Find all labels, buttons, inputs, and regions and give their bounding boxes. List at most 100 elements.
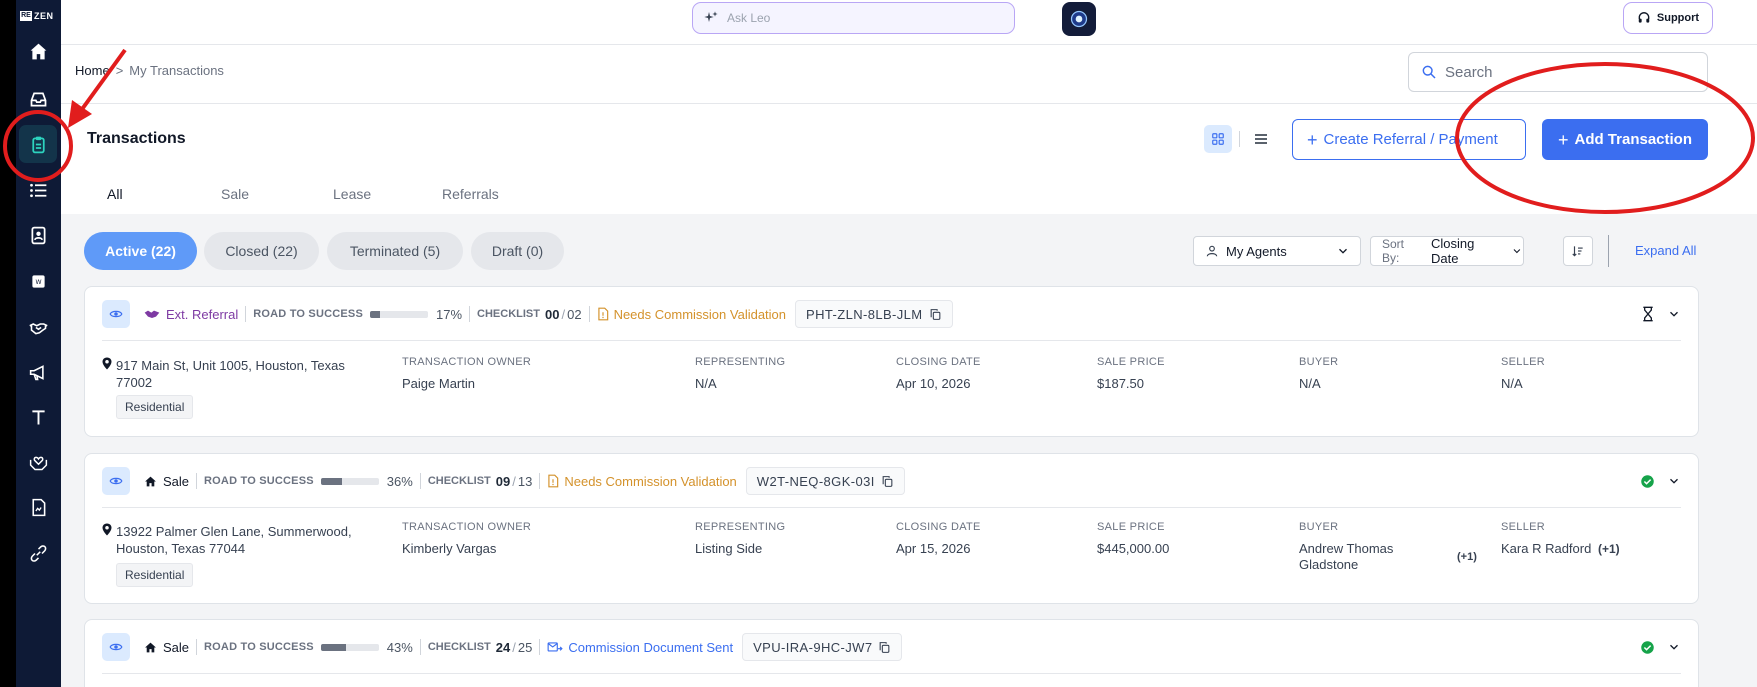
checklist-total: 02: [567, 306, 582, 322]
text-icon: [32, 410, 45, 425]
card-header-actions: [1640, 633, 1681, 661]
tab-referrals[interactable]: Referrals: [442, 186, 499, 202]
card-header-actions: [1641, 300, 1681, 328]
page: RE ZEN W Ask Leo Support Home > My Trans…: [0, 0, 1757, 687]
property-type-tag: Residential: [116, 395, 194, 419]
sidebar-item-list[interactable]: [25, 177, 52, 204]
road-to-success-bar: [320, 477, 379, 485]
breadcrumb-separator: >: [115, 63, 124, 78]
seller-field: SELLER N/A: [1501, 356, 1545, 392]
summary-divider: [419, 473, 421, 489]
ask-leo-input[interactable]: Ask Leo: [692, 2, 1015, 34]
plus-icon: +: [1557, 129, 1569, 150]
status-pill-closed[interactable]: Closed (22): [204, 232, 319, 270]
app-logo[interactable]: RE ZEN: [20, 8, 58, 23]
eye-icon: [109, 310, 123, 318]
property-address: 13922 Palmer Glen Lane, Summerwood, Hous…: [102, 523, 352, 557]
view-transaction-button[interactable]: [102, 633, 130, 661]
transaction-card[interactable]: Ext. Referral ROAD TO SUCCESS 17% CHECKL…: [84, 286, 1699, 437]
search-placeholder: Search: [1445, 63, 1493, 81]
chevron-down-icon[interactable]: [1667, 640, 1681, 654]
copy-icon[interactable]: [878, 641, 891, 654]
expand-all-link[interactable]: Expand All: [1635, 243, 1696, 258]
transaction-card[interactable]: Sale ROAD TO SUCCESS 43% CHECKLIST 24 / …: [84, 619, 1699, 687]
leo-button[interactable]: [1062, 2, 1096, 36]
transaction-owner-value: Kimberly Vargas: [402, 541, 497, 556]
my-agents-dropdown[interactable]: My Agents: [1193, 236, 1361, 266]
transaction-card[interactable]: Sale ROAD TO SUCCESS 36% CHECKLIST 09 / …: [84, 453, 1699, 604]
tab-sale[interactable]: Sale: [221, 186, 249, 202]
sidebar-item-links[interactable]: [25, 540, 52, 567]
support-button[interactable]: Support: [1623, 2, 1713, 34]
sidebar-item-home[interactable]: [25, 38, 52, 65]
sort-direction-button[interactable]: [1563, 236, 1593, 266]
breadcrumb-home[interactable]: Home: [75, 63, 110, 78]
sidebar-item-deals[interactable]: [25, 314, 52, 341]
view-transaction-button[interactable]: [102, 300, 130, 328]
house-icon: [145, 642, 156, 652]
sidebar-item-inbox[interactable]: [25, 86, 52, 113]
add-transaction-button[interactable]: + Add Transaction: [1542, 119, 1708, 160]
user-icon: [1206, 245, 1218, 257]
my-agents-label: My Agents: [1226, 243, 1287, 259]
transaction-code-value: PHT-ZLN-8LB-JLM: [806, 306, 923, 322]
menu-lines-icon: [1255, 134, 1267, 144]
create-referral-button[interactable]: + Create Referral / Payment: [1292, 119, 1526, 160]
transaction-code-value: VPU-IRA-9HC-JW7: [753, 639, 873, 655]
grid-view-toggle[interactable]: [1204, 125, 1232, 153]
search-input[interactable]: Search: [1408, 52, 1708, 92]
support-hands-icon: [29, 456, 48, 471]
status-pill-active[interactable]: Active (22): [84, 232, 197, 270]
status-badge: Commission Document Sent: [547, 640, 733, 655]
chevron-down-icon: [1339, 248, 1347, 254]
card-header-actions: [1640, 467, 1681, 495]
summary-divider: [539, 639, 541, 655]
transaction-summary-row: Ext. Referral ROAD TO SUCCESS 17% CHECKL…: [144, 300, 953, 328]
copy-icon[interactable]: [881, 475, 894, 488]
sidebar-item-text[interactable]: [25, 404, 52, 431]
sidebar-item-transactions[interactable]: [19, 125, 57, 163]
tab-all[interactable]: All: [107, 186, 123, 202]
status-pill-terminated[interactable]: Terminated (5): [327, 232, 463, 270]
sort-by-dropdown[interactable]: Sort By: Closing Date: [1370, 236, 1524, 266]
view-transaction-button[interactable]: [102, 467, 130, 495]
property-type-tag: Residential: [116, 563, 194, 587]
copy-icon[interactable]: [929, 308, 942, 321]
document-icon: [32, 498, 46, 517]
transaction-owner-value: Paige Martin: [402, 376, 475, 391]
sale-price-value: $445,000.00: [1097, 541, 1170, 556]
seller-value: N/A: [1501, 376, 1523, 391]
sidebar-item-documents[interactable]: [25, 494, 52, 521]
address-line-2: 77002: [116, 375, 153, 390]
annotation-arrow: [68, 48, 127, 128]
transaction-type-label: Ext. Referral: [166, 306, 239, 322]
sidebar-item-contacts[interactable]: [25, 222, 52, 249]
representing-label: REPRESENTING: [695, 356, 786, 368]
representing-label: REPRESENTING: [695, 521, 786, 533]
chevron-down-icon[interactable]: [1667, 307, 1681, 321]
transactions-list-area: [61, 214, 1757, 687]
buyer-name-line-1: Andrew Thomas: [1299, 541, 1394, 556]
representing-value: N/A: [695, 376, 717, 391]
sidebar-item-support[interactable]: [25, 449, 52, 476]
document-sent-icon: [547, 641, 564, 651]
seller-more-count[interactable]: (+1): [1598, 542, 1620, 556]
home-icon: [30, 43, 47, 60]
tab-lease[interactable]: Lease: [333, 186, 371, 202]
location-pin-icon: [102, 523, 112, 536]
sidebar-item-badge[interactable]: W: [25, 268, 52, 295]
sidebar-item-marketing[interactable]: [25, 359, 52, 386]
closing-date-label: CLOSING DATE: [896, 521, 981, 533]
checklist-done: 00: [545, 306, 560, 322]
contacts-icon: [31, 226, 46, 245]
list-view-toggle[interactable]: [1247, 125, 1275, 153]
closing-date-field: CLOSING DATE Apr 10, 2026: [896, 356, 981, 392]
status-pill-draft[interactable]: Draft (0): [471, 232, 564, 270]
chevron-down-icon[interactable]: [1667, 474, 1681, 488]
transaction-owner-label: TRANSACTION OWNER: [402, 356, 532, 368]
address-line-2: Houston, Texas 77044: [116, 541, 246, 556]
sort-by-label: Sort By:: [1382, 237, 1405, 265]
buyer-more-count[interactable]: (+1): [1457, 551, 1477, 563]
summary-divider: [196, 473, 198, 489]
buyer-label: BUYER: [1299, 521, 1339, 533]
